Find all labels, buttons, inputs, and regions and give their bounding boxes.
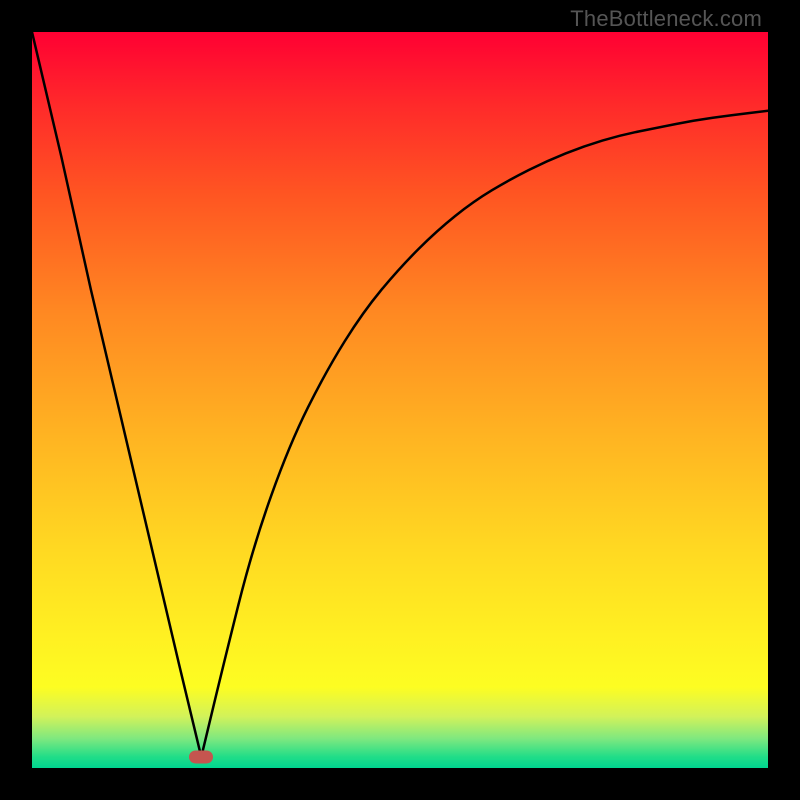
plot-area [32, 32, 768, 768]
bottleneck-curve [32, 32, 768, 768]
watermark-text: TheBottleneck.com [570, 6, 762, 32]
chart-frame: TheBottleneck.com [0, 0, 800, 800]
